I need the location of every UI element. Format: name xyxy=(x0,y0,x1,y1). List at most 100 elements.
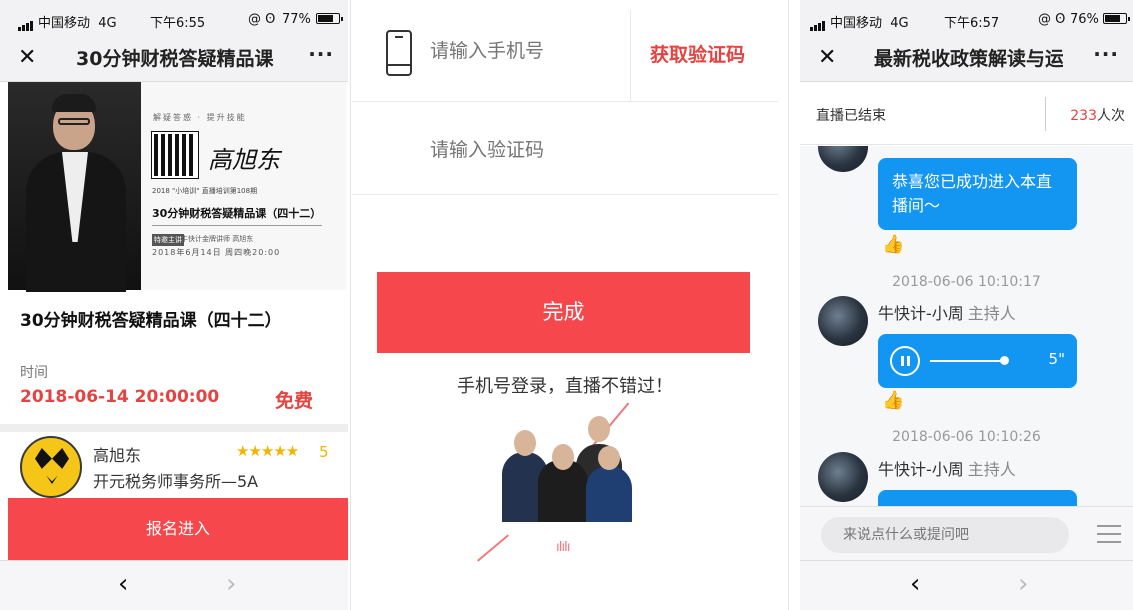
phone-login-screen: 获取验证码 完成 手机号登录，直播不错过！ ıIıIı xyxy=(352,0,778,610)
lecturer-org: 开元税务师事务所—5A xyxy=(93,472,259,491)
code-input[interactable] xyxy=(430,139,670,161)
course-poster: 解疑答惑 · 提升技能 高旭东 2018 "小培训" 直播培训第108期 30分… xyxy=(8,82,346,292)
battery-percent: 76% xyxy=(1070,12,1099,27)
audio-progress-track xyxy=(930,360,1004,362)
chat-list[interactable]: 恭喜您已成功进入本直播间～ 👍 2018-06-06 10:10:17 牛快计-… xyxy=(800,146,1133,506)
pause-icon[interactable] xyxy=(890,346,920,376)
poster-tag: 特邀主讲 xyxy=(152,234,184,246)
more-options-icon[interactable]: ··· xyxy=(1093,42,1119,66)
voice-message[interactable] xyxy=(878,490,1077,506)
lecturer-photo xyxy=(8,82,141,292)
close-icon[interactable]: ✕ xyxy=(18,46,36,70)
enroll-button[interactable]: 报名进入 xyxy=(8,498,348,560)
sender-name: 牛快计-小周 xyxy=(878,460,964,479)
view-count-unit: 人次 xyxy=(1097,108,1125,124)
time-label: 时间 xyxy=(20,365,48,381)
sender-info: 牛快计-小周 主持人 xyxy=(878,456,1016,480)
poster-divider xyxy=(152,225,322,226)
chat-message-bubble: 恭喜您已成功进入本直播间～ xyxy=(878,158,1077,230)
poster-lecturer: 牛快计金牌讲师 高旭东 xyxy=(181,235,254,243)
decor-line xyxy=(477,534,509,562)
phone-input[interactable] xyxy=(430,40,630,62)
poster-motto: 解疑答惑 · 提升技能 xyxy=(153,113,247,122)
course-detail-screen: 中国移动 4G 下午6:55 @ ʘ 77% ✕ 30分钟财税答疑精品课 ···… xyxy=(0,0,348,610)
poster-title: 30分钟财税答疑精品课（四十二） xyxy=(152,207,322,220)
avatar[interactable] xyxy=(818,452,868,502)
code-row xyxy=(352,103,778,195)
voice-message[interactable]: 5" xyxy=(878,334,1077,388)
poster-date: 2018年6月14日 周四晚20:00 xyxy=(152,248,281,257)
carrier-name: 中国移动 xyxy=(38,16,91,31)
network-type: 4G xyxy=(98,16,117,31)
course-title: 30分钟财税答疑精品课（四十二） xyxy=(20,311,282,331)
status-bar: 中国移动 4G 下午6:57 @ ʘ 76% xyxy=(800,0,1133,36)
rating-value: 5 xyxy=(319,443,329,461)
message-timestamp: 2018-06-06 10:10:17 xyxy=(892,274,1041,290)
title-bar: ✕ 30分钟财税答疑精品课 ··· xyxy=(0,36,348,82)
lecturers-group-illustration xyxy=(502,410,632,522)
sender-info: 牛快计-小周 主持人 xyxy=(878,300,1016,324)
forward-arrow-icon[interactable]: › xyxy=(1018,569,1028,599)
carrier-info: 中国移动 4G xyxy=(18,12,117,31)
chat-input-bar xyxy=(800,506,1133,562)
course-time: 2018-06-14 20:00:00 xyxy=(20,387,220,407)
qr-code-icon xyxy=(151,131,199,179)
chat-input[interactable] xyxy=(821,517,1069,553)
clock: 下午6:57 xyxy=(944,16,1000,31)
course-price: 免费 xyxy=(275,390,314,412)
view-count-number: 233 xyxy=(1070,108,1097,124)
lecturer-name[interactable]: 高旭东 xyxy=(93,442,141,466)
battery-percent: 77% xyxy=(282,12,311,27)
sender-role: 主持人 xyxy=(967,304,1016,323)
phone-row: 获取验证码 xyxy=(352,10,778,102)
page-title: 30分钟财税答疑精品课 xyxy=(76,48,274,70)
signal-icon xyxy=(810,16,826,31)
sender-role: 主持人 xyxy=(967,460,1016,479)
carrier-name: 中国移动 xyxy=(830,16,883,31)
network-type: 4G xyxy=(890,16,909,31)
browser-nav-bar: ‹ › xyxy=(800,560,1133,610)
login-slogan: 手机号登录，直播不错过！ xyxy=(457,376,673,397)
like-icon[interactable]: 👍 xyxy=(882,234,904,255)
get-code-button[interactable]: 获取验证码 xyxy=(650,40,745,67)
status-bar: 中国移动 4G 下午6:55 @ ʘ 77% xyxy=(0,0,348,36)
battery-icon xyxy=(316,13,343,24)
info-separator xyxy=(1045,97,1046,131)
view-count: 233人次 xyxy=(1070,105,1125,125)
sender-name: 牛快计-小周 xyxy=(878,304,964,323)
panel-divider xyxy=(788,0,789,610)
poster-signature: 高旭东 xyxy=(208,146,280,174)
status-icons: @ ʘ xyxy=(1038,12,1066,27)
forward-arrow-icon[interactable]: › xyxy=(226,569,236,599)
like-icon[interactable]: 👍 xyxy=(882,390,904,411)
back-arrow-icon[interactable]: ‹ xyxy=(910,569,920,599)
carrier-info: 中国移动 4G xyxy=(810,12,909,31)
live-status: 直播已结束 xyxy=(816,108,886,124)
row-separator xyxy=(630,10,631,102)
status-icons: @ ʘ xyxy=(248,12,276,27)
avatar[interactable] xyxy=(818,296,868,346)
back-arrow-icon[interactable]: ‹ xyxy=(118,569,128,599)
browser-nav-bar: ‹ › xyxy=(0,560,348,610)
menu-icon[interactable] xyxy=(1097,525,1121,543)
more-options-icon[interactable]: ··· xyxy=(308,42,334,66)
phone-icon xyxy=(386,30,412,76)
close-icon[interactable]: ✕ xyxy=(818,46,836,70)
poster-series: 2018 "小培训" 直播培训第108期 xyxy=(152,187,258,195)
clock: 下午6:55 xyxy=(150,16,206,31)
audio-wave-icon: ıIıIı xyxy=(556,540,570,555)
audio-progress-knob[interactable] xyxy=(1000,356,1009,365)
page-title: 最新税收政策解读与运 xyxy=(874,48,1063,70)
live-info-bar: 直播已结束 233人次 xyxy=(800,83,1133,145)
battery-icon xyxy=(1103,13,1130,24)
message-timestamp: 2018-06-06 10:10:26 xyxy=(892,429,1041,445)
title-bar: ✕ 最新税收政策解读与运 ··· xyxy=(800,36,1133,82)
avatar[interactable] xyxy=(818,146,868,172)
lecturer-avatar[interactable] xyxy=(20,436,82,498)
signal-icon xyxy=(18,16,34,31)
section-divider xyxy=(0,424,348,432)
live-room-screen: 中国移动 4G 下午6:57 @ ʘ 76% ✕ 最新税收政策解读与运 ··· … xyxy=(800,0,1133,610)
rating-stars-icon: ★★★★★ xyxy=(236,442,299,460)
panel-divider xyxy=(350,0,351,610)
done-button[interactable]: 完成 xyxy=(377,272,750,353)
